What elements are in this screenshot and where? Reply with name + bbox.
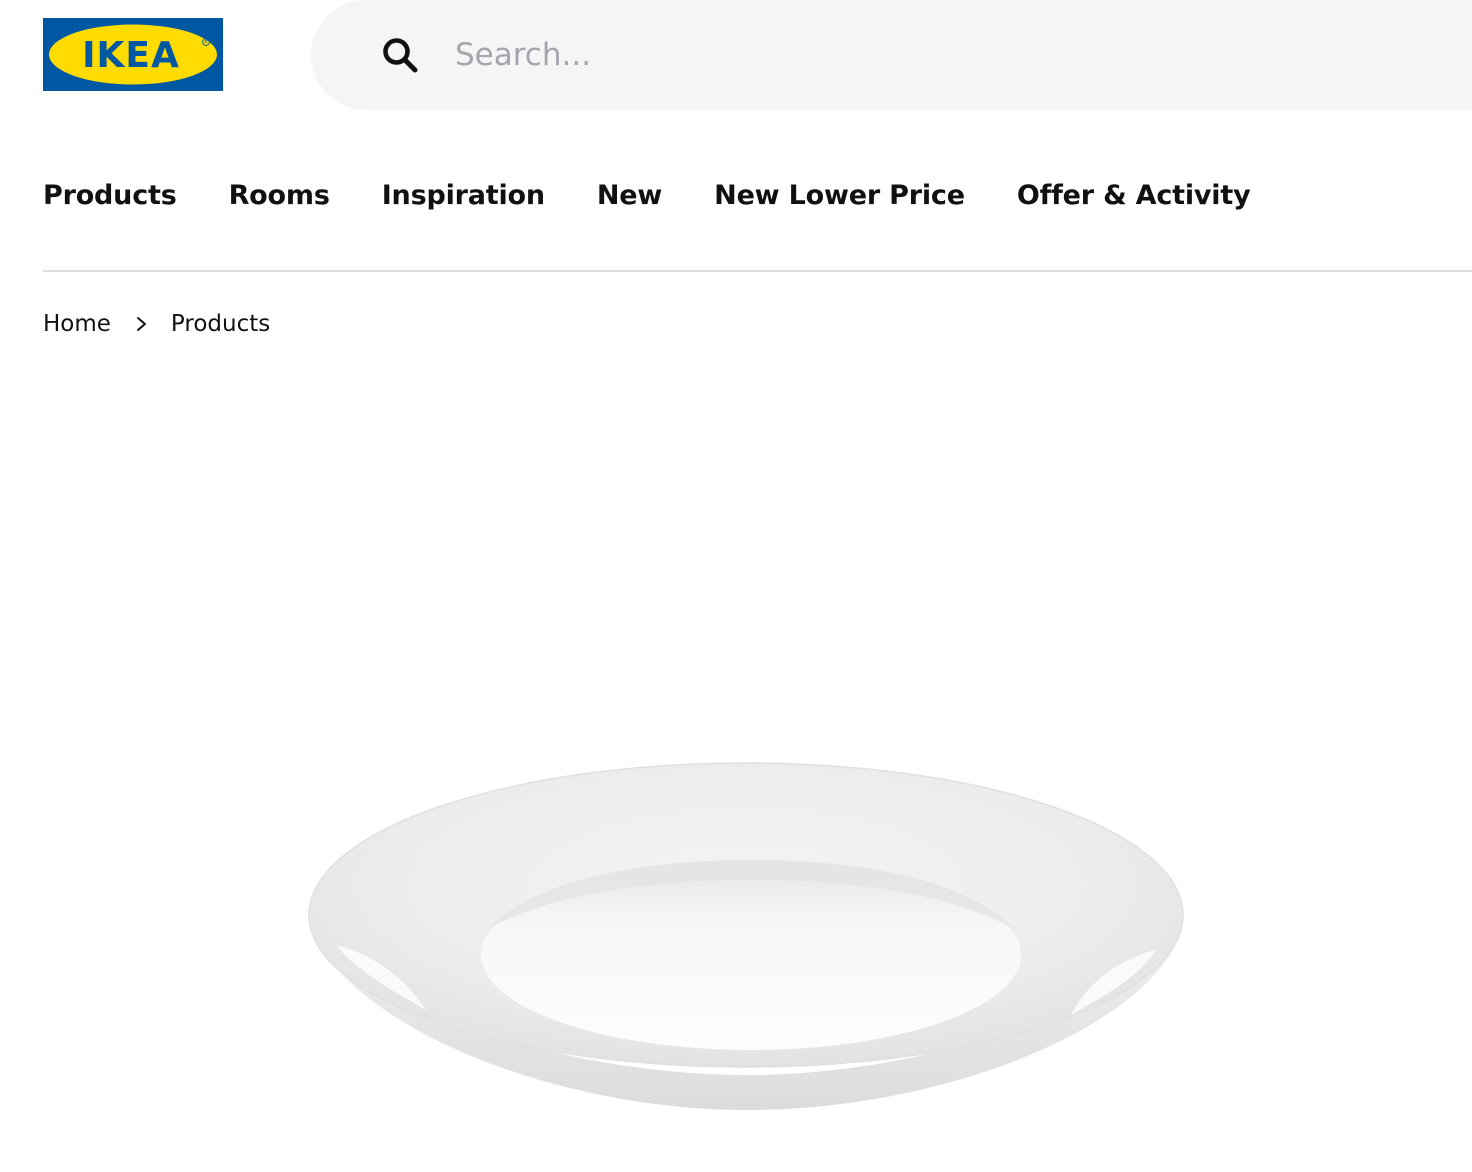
main-nav: Products Rooms Inspiration New New Lower… (43, 172, 1302, 218)
nav-item-new[interactable]: New (597, 180, 662, 211)
search-input[interactable] (455, 30, 1415, 80)
nav-item-rooms[interactable]: Rooms (229, 180, 330, 211)
page: IKEA R Products Rooms Inspiration New Ne… (0, 0, 1472, 1172)
breadcrumb-home[interactable]: Home (43, 311, 111, 337)
nav-item-new-lower-price[interactable]: New Lower Price (714, 180, 965, 211)
ikea-logo[interactable]: IKEA R (43, 18, 223, 91)
logo-text: IKEA (82, 35, 180, 76)
svg-text:R: R (204, 40, 207, 46)
chevron-right-icon (136, 317, 146, 331)
search-icon[interactable] (381, 36, 419, 74)
breadcrumb: Home Products (43, 306, 270, 342)
product-image-plate[interactable] (296, 740, 1196, 1130)
nav-item-products[interactable]: Products (43, 180, 177, 211)
nav-item-offer-activity[interactable]: Offer & Activity (1017, 180, 1251, 211)
breadcrumb-products[interactable]: Products (171, 311, 270, 337)
nav-divider (43, 270, 1472, 272)
nav-item-inspiration[interactable]: Inspiration (382, 180, 545, 211)
